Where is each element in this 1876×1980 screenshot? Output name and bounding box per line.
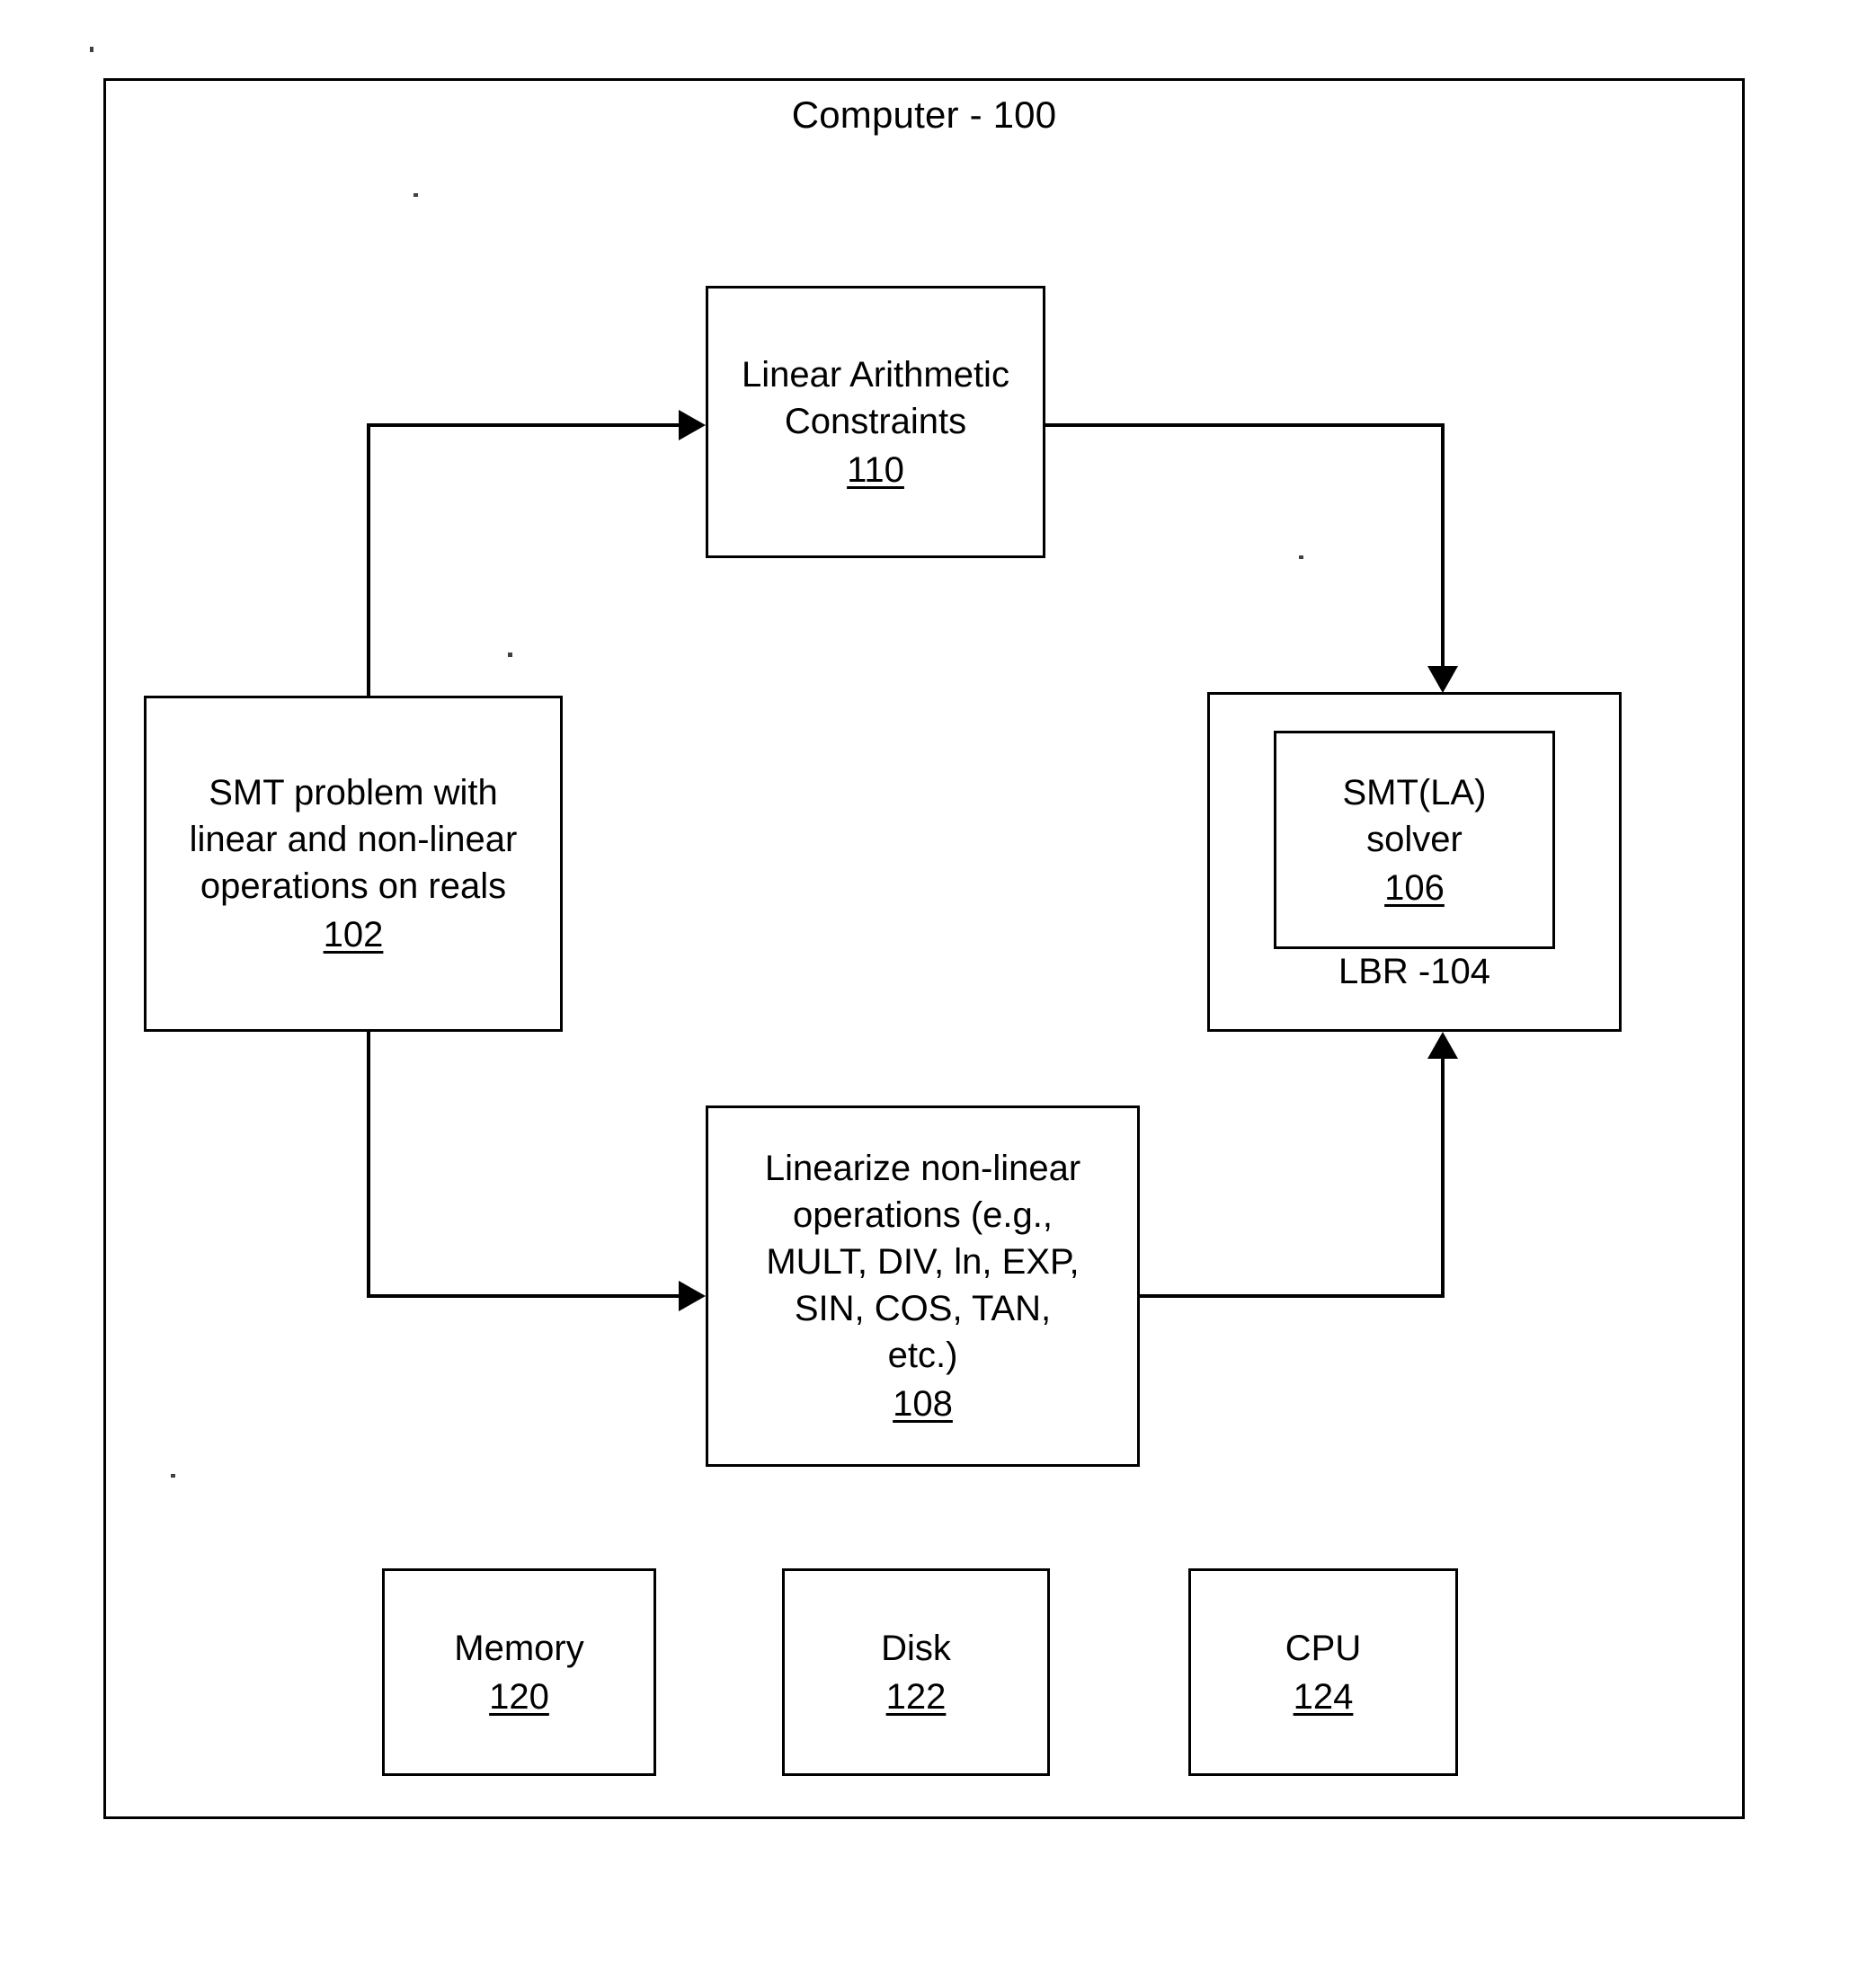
figure-canvas: Computer - 100 Linear Arithmetic Constra…	[0, 0, 1876, 1980]
figure-title: Computer - 100	[791, 93, 1057, 136]
edge-smt-to-la-horizontal	[367, 423, 681, 427]
node-linear-arithmetic-constraints[interactable]: Linear Arithmetic Constraints 110	[706, 286, 1045, 558]
node-smt-problem-label: SMT problem with linear and non-linear o…	[189, 773, 518, 906]
edge-linearize-to-lbr-horizontal	[1138, 1294, 1445, 1298]
edge-smt-to-linearize-vertical	[367, 1030, 370, 1298]
node-memory-label: Memory	[454, 1628, 584, 1668]
arrowhead-into-lbr-bottom	[1427, 1032, 1458, 1059]
node-memory[interactable]: Memory 120	[382, 1568, 656, 1776]
node-linearize-ref: 108	[893, 1384, 953, 1424]
node-memory-ref: 120	[489, 1676, 549, 1717]
edge-la-to-lbr-horizontal	[1044, 423, 1445, 427]
node-cpu[interactable]: CPU 124	[1188, 1568, 1458, 1776]
node-cpu-label: CPU	[1285, 1628, 1362, 1668]
edge-la-to-lbr-vertical	[1441, 423, 1445, 668]
node-linearize[interactable]: Linearize non-linear operations (e.g., M…	[706, 1105, 1140, 1467]
scan-speck	[413, 193, 418, 197]
node-smt-problem[interactable]: SMT problem with linear and non-linear o…	[144, 696, 563, 1032]
edge-smt-to-linearize-horizontal	[367, 1294, 681, 1298]
node-disk[interactable]: Disk 122	[782, 1568, 1050, 1776]
node-linear-arithmetic-constraints-label: Linear Arithmetic Constraints	[742, 354, 1009, 441]
edge-linearize-to-lbr-vertical	[1441, 1059, 1445, 1296]
node-smt-la-solver-ref: 106	[1384, 867, 1445, 908]
node-smt-problem-ref: 102	[323, 915, 384, 954]
arrowhead-into-linear-arithmetic-constraints	[679, 410, 706, 440]
arrowhead-into-lbr-top	[1427, 666, 1458, 693]
arrowhead-into-linearize	[679, 1281, 706, 1311]
node-cpu-ref: 124	[1293, 1676, 1354, 1717]
node-smt-la-solver[interactable]: SMT(LA) solver 106	[1274, 731, 1555, 949]
scan-speck	[1299, 555, 1303, 559]
node-smt-la-solver-label: SMT(LA) solver	[1342, 772, 1487, 859]
node-lbr-caption: LBR -104	[1338, 952, 1490, 991]
node-linearize-label: Linearize non-linear operations (e.g., M…	[764, 1149, 1081, 1375]
node-disk-ref: 122	[885, 1676, 947, 1717]
node-linear-arithmetic-constraints-ref: 110	[847, 449, 904, 490]
node-disk-label: Disk	[881, 1628, 951, 1668]
scan-speck	[90, 47, 93, 52]
edge-smt-to-la-vertical	[367, 424, 370, 697]
scan-speck	[171, 1474, 175, 1478]
scan-speck	[508, 653, 512, 657]
node-lbr[interactable]: SMT(LA) solver 106 LBR -104	[1207, 692, 1622, 1032]
